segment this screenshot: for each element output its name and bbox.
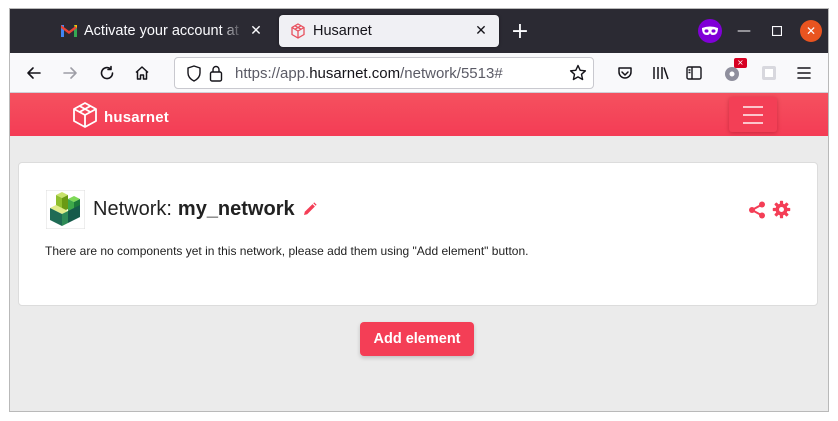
navigation-toolbar: https://app.husarnet.com/network/5513# ×	[10, 53, 828, 93]
maximize-button[interactable]	[766, 20, 788, 42]
close-tab-icon[interactable]: ✕	[469, 19, 493, 43]
tab-title: Husarnet	[313, 23, 372, 39]
husarnet-logo-icon	[72, 101, 98, 133]
sidebar-icon[interactable]	[682, 61, 706, 85]
empty-network-message: There are no components yet in this netw…	[45, 244, 529, 258]
husarnet-icon	[290, 23, 306, 39]
back-arrow-icon[interactable]	[22, 61, 46, 85]
minimize-button[interactable]: —	[733, 20, 755, 42]
tab-title: Activate your account at |	[84, 23, 244, 39]
pocket-icon[interactable]	[613, 61, 637, 85]
card-actions	[748, 200, 791, 223]
url-prefix: https://app.	[235, 65, 310, 82]
url-text[interactable]: https://app.husarnet.com/network/5513#	[235, 65, 503, 82]
main-content: Network: my_network There are no compone…	[10, 136, 828, 411]
network-title: Network: my_network	[93, 198, 317, 221]
home-icon[interactable]	[130, 61, 154, 85]
url-path: /network/5513#	[400, 65, 503, 82]
network-avatar-icon	[45, 189, 86, 230]
tab-strip: Activate your account at | ✕ Husarnet ✕ …	[10, 9, 828, 53]
extension-placeholder-icon[interactable]	[757, 61, 781, 85]
hamburger-line	[743, 113, 763, 116]
reload-icon[interactable]	[95, 61, 119, 85]
share-icon[interactable]	[748, 201, 766, 223]
hamburger-menu-button[interactable]	[729, 97, 777, 132]
network-label: Network:	[93, 198, 172, 220]
brand-logo[interactable]: husarnet	[72, 101, 169, 133]
address-bar[interactable]: https://app.husarnet.com/network/5513#	[174, 57, 594, 89]
tab-husarnet[interactable]: Husarnet ✕	[279, 15, 499, 47]
close-tab-icon[interactable]: ✕	[244, 19, 268, 43]
new-tab-button[interactable]: +	[508, 19, 532, 44]
browser-window: Activate your account at | ✕ Husarnet ✕ …	[9, 8, 829, 412]
extension-icon[interactable]: ×	[721, 58, 747, 85]
brand-name: husarnet	[104, 108, 169, 126]
bookmark-star-icon[interactable]	[569, 64, 587, 86]
hamburger-line	[743, 105, 763, 108]
lock-icon[interactable]	[209, 65, 223, 86]
library-icon[interactable]	[649, 61, 673, 85]
hamburger-line	[743, 121, 763, 124]
menu-icon[interactable]	[792, 61, 816, 85]
site-header: husarnet	[10, 93, 828, 136]
url-domain: husarnet.com	[309, 65, 401, 82]
forward-arrow-icon[interactable]	[58, 61, 82, 85]
gmail-icon	[61, 23, 77, 39]
add-element-button[interactable]: Add element	[360, 322, 474, 356]
network-name: my_network	[177, 198, 295, 220]
private-browsing-icon	[698, 19, 722, 43]
close-window-button[interactable]: ✕	[800, 20, 822, 42]
network-card: Network: my_network There are no compone…	[18, 162, 818, 306]
shield-icon[interactable]	[186, 65, 202, 86]
edit-pencil-icon[interactable]	[302, 202, 317, 217]
settings-gear-icon[interactable]	[772, 200, 791, 223]
extension-badge: ×	[734, 58, 747, 68]
tab-gmail[interactable]: Activate your account at | ✕	[50, 15, 274, 47]
